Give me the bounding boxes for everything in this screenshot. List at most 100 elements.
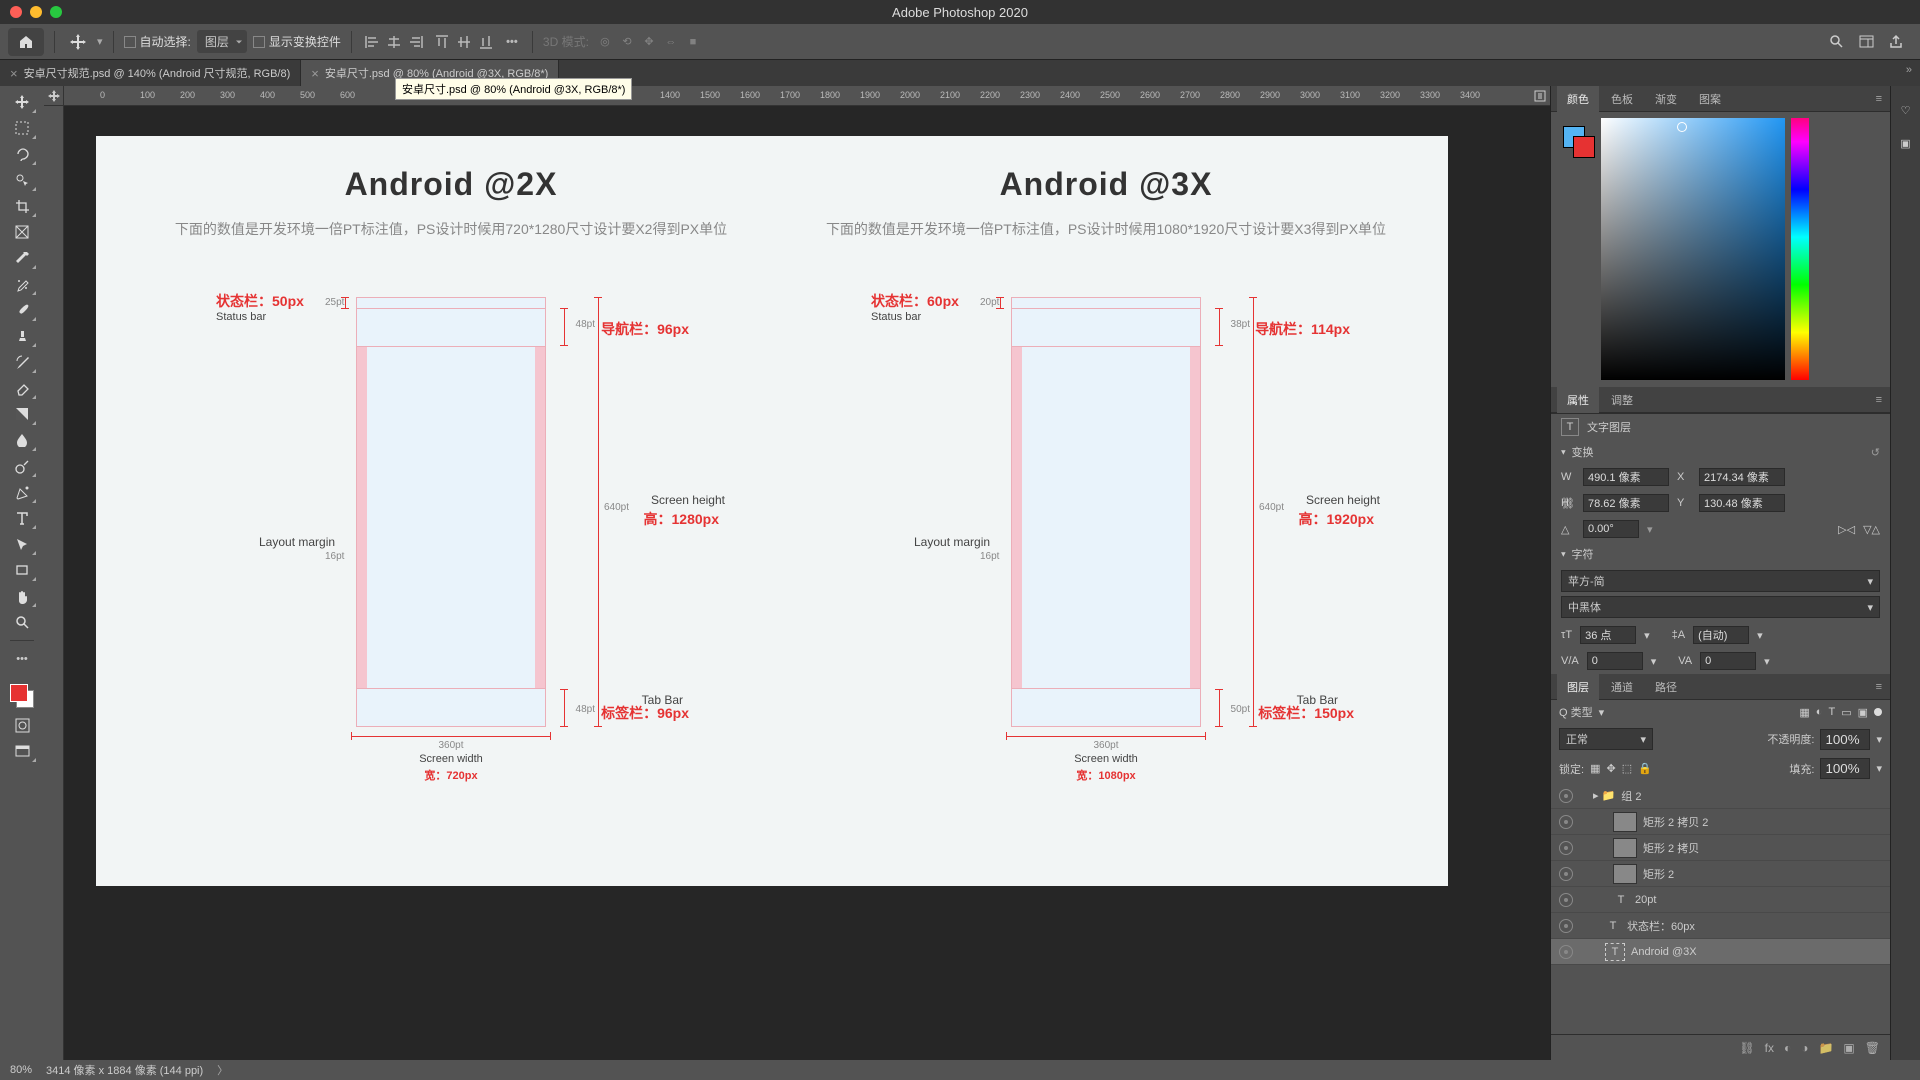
healing-tool[interactable] [7, 272, 37, 296]
hand-tool[interactable] [7, 584, 37, 608]
panel-menu-icon[interactable]: ≡ [1876, 394, 1884, 406]
transform-section[interactable]: ▸变换↺ [1551, 440, 1890, 464]
kerning-input[interactable] [1587, 652, 1643, 670]
rectangle-tool[interactable] [7, 558, 37, 582]
lock-artboard-icon[interactable]: ⬚ [1622, 762, 1632, 775]
y-input[interactable] [1699, 494, 1785, 512]
share-icon[interactable] [1886, 32, 1906, 52]
tab-patterns[interactable]: 图案 [1689, 86, 1731, 112]
delete-layer-icon[interactable]: 🗑 [1865, 1041, 1880, 1055]
lasso-tool[interactable] [7, 142, 37, 166]
font-size-input[interactable] [1580, 626, 1636, 644]
tab-adjustments[interactable]: 调整 [1601, 387, 1643, 413]
blend-mode-select[interactable]: 正常▾ [1559, 728, 1653, 750]
filter-shape-icon[interactable]: ▭ [1841, 706, 1851, 719]
layer-row[interactable]: T状态栏：60px [1551, 913, 1890, 939]
filter-smart-icon[interactable]: ▣ [1858, 706, 1868, 719]
adjustment-layer-icon[interactable]: ◑ [1801, 1041, 1808, 1055]
eraser-tool[interactable] [7, 376, 37, 400]
new-layer-icon[interactable]: ▣ [1843, 1041, 1854, 1055]
filter-toggle[interactable] [1874, 708, 1882, 716]
gradient-tool[interactable] [7, 402, 37, 426]
opacity-input[interactable] [1820, 729, 1870, 750]
align-top-icon[interactable] [432, 32, 452, 52]
font-family-select[interactable]: 苹方-简▾ [1561, 570, 1880, 592]
screen-mode-icon[interactable] [7, 739, 37, 763]
zoom-tool[interactable] [7, 610, 37, 634]
tracking-input[interactable] [1700, 652, 1756, 670]
pen-tool[interactable] [7, 480, 37, 504]
eyedropper-tool[interactable] [7, 246, 37, 270]
lock-all-icon[interactable]: 🔒 [1638, 762, 1652, 775]
layer-row[interactable]: 矩形 2 [1551, 861, 1890, 887]
vertical-ruler[interactable] [44, 106, 64, 1060]
x-input[interactable] [1699, 468, 1785, 486]
close-tab-icon[interactable]: × [311, 66, 319, 81]
canvas-props-icon[interactable] [1530, 86, 1550, 105]
align-hcenter-icon[interactable] [384, 32, 404, 52]
align-left-icon[interactable] [362, 32, 382, 52]
close-tab-icon[interactable]: × [10, 66, 18, 81]
filter-pixel-icon[interactable]: ▦ [1799, 706, 1809, 719]
ruler-origin[interactable] [44, 86, 64, 105]
layer-fx-icon[interactable]: fx [1765, 1041, 1774, 1055]
lock-position-icon[interactable]: ✥ [1606, 762, 1615, 775]
filter-type-icon[interactable]: T [1828, 706, 1835, 718]
fullscreen-window-icon[interactable] [50, 6, 62, 18]
collapsed-panel-icon[interactable]: ♡ [1901, 104, 1911, 117]
fill-input[interactable] [1820, 758, 1870, 779]
more-align-icon[interactable]: ••• [502, 32, 522, 52]
brush-tool[interactable] [7, 298, 37, 322]
layer-row[interactable]: T20pt [1551, 887, 1890, 913]
filter-adjust-icon[interactable]: ◐ [1816, 706, 1823, 718]
height-input[interactable] [1583, 494, 1669, 512]
visibility-toggle[interactable] [1559, 867, 1573, 881]
align-vcenter-icon[interactable] [454, 32, 474, 52]
tab-overflow-icon[interactable]: » [1898, 60, 1920, 86]
close-window-icon[interactable] [10, 6, 22, 18]
layer-row[interactable]: ▸ 📁组 2 [1551, 783, 1890, 809]
fg-bg-swatch[interactable] [1563, 126, 1585, 148]
visibility-toggle[interactable] [1559, 893, 1573, 907]
tab-color[interactable]: 颜色 [1557, 86, 1599, 112]
tab-swatches[interactable]: 色板 [1601, 86, 1643, 112]
visibility-toggle[interactable] [1559, 945, 1573, 959]
character-section[interactable]: ▸字符 [1551, 542, 1890, 566]
minimize-window-icon[interactable] [30, 6, 42, 18]
layer-row[interactable]: TAndroid @3X [1551, 939, 1890, 965]
hue-slider[interactable] [1791, 118, 1809, 380]
document-tab[interactable]: ×安卓尺寸规范.psd @ 140% (Android 尺寸规范, RGB/8) [0, 60, 301, 86]
blur-tool[interactable] [7, 428, 37, 452]
zoom-level[interactable]: 80% [10, 1064, 32, 1076]
link-layers-icon[interactable]: ⛓ [1739, 1041, 1754, 1055]
crop-tool[interactable] [7, 194, 37, 218]
leading-input[interactable] [1693, 626, 1749, 644]
type-tool[interactable] [7, 506, 37, 530]
move-tool[interactable] [7, 90, 37, 114]
marquee-tool[interactable] [7, 116, 37, 140]
stamp-tool[interactable] [7, 324, 37, 348]
search-icon[interactable] [1826, 32, 1846, 52]
color-field[interactable] [1601, 118, 1785, 380]
canvas[interactable]: Android @2X 下面的数值是开发环境一倍PT标注值，PS设计时候用720… [64, 106, 1550, 1060]
new-group-icon[interactable]: 📁 [1818, 1041, 1833, 1055]
edit-toolbar-icon[interactable]: ••• [7, 647, 37, 671]
move-tool-indicator[interactable] [65, 29, 91, 55]
tab-paths[interactable]: 路径 [1645, 674, 1687, 700]
path-select-tool[interactable] [7, 532, 37, 556]
quick-select-tool[interactable] [7, 168, 37, 192]
flip-v-icon[interactable]: ▽△ [1863, 523, 1880, 536]
visibility-toggle[interactable] [1559, 841, 1573, 855]
show-transform-checkbox[interactable]: 显示变换控件 [253, 33, 341, 50]
home-button[interactable] [8, 28, 44, 56]
auto-select-checkbox[interactable]: 自动选择: [124, 33, 191, 50]
lock-pixels-icon[interactable]: ▦ [1590, 762, 1600, 775]
layer-row[interactable]: 矩形 2 拷贝 [1551, 835, 1890, 861]
panel-menu-icon[interactable]: ≡ [1876, 93, 1884, 105]
visibility-toggle[interactable] [1559, 789, 1573, 803]
filter-type-select[interactable]: Q 类型 [1559, 704, 1593, 720]
visibility-toggle[interactable] [1559, 815, 1573, 829]
flip-h-icon[interactable]: ▷◁ [1838, 523, 1855, 536]
visibility-toggle[interactable] [1559, 919, 1573, 933]
tab-channels[interactable]: 通道 [1601, 674, 1643, 700]
